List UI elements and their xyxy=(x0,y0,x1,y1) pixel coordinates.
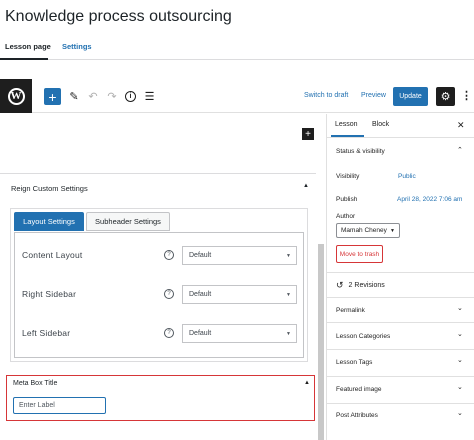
help-icon[interactable]: ? xyxy=(164,250,174,260)
panel-featured-image[interactable]: Featured image xyxy=(336,386,382,393)
divider xyxy=(327,403,474,404)
setting-label: Left Sidebar xyxy=(22,328,71,338)
active-tab-indicator xyxy=(0,58,48,60)
more-options-icon[interactable]: ⋮ xyxy=(461,89,472,102)
block-inserter-icon[interactable]: + xyxy=(302,128,314,140)
publish-label: Publish xyxy=(336,196,358,203)
setting-row-left-sidebar: Left Sidebar ? Default ▼ xyxy=(22,324,302,344)
divider xyxy=(327,297,474,298)
panel-lesson-tags[interactable]: Lesson Tags xyxy=(336,359,372,366)
details-info-icon[interactable]: i xyxy=(124,88,137,105)
chevron-down-icon[interactable]: ⌄ xyxy=(457,356,463,364)
sidebar-tabs: Lesson Block ✕ xyxy=(327,114,474,138)
author-select[interactable]: Mamah Cheney ▼ xyxy=(336,223,400,238)
switch-to-draft-button[interactable]: Switch to draft xyxy=(304,92,348,99)
sidebar-tab-lesson[interactable]: Lesson xyxy=(335,121,358,128)
editor-toolbar: W + ✎ ↶ ↷ i ☰ Switch to draft Preview Up… xyxy=(0,79,474,113)
chevron-down-icon[interactable]: ⌄ xyxy=(457,409,463,417)
close-icon[interactable]: ✕ xyxy=(457,120,465,131)
left-sidebar-select[interactable]: Default ▼ xyxy=(182,324,297,343)
content-layout-select[interactable]: Default ▼ xyxy=(182,246,297,265)
setting-label: Right Sidebar xyxy=(22,289,77,299)
move-to-trash-button[interactable]: Move to trash xyxy=(336,245,383,263)
settings-gear-icon[interactable]: ⚙ xyxy=(436,87,455,106)
undo-icon[interactable]: ↶ xyxy=(87,88,99,105)
meta-box-title: Meta Box Title xyxy=(13,380,58,387)
update-button[interactable]: Update xyxy=(393,87,428,106)
list-view-icon[interactable]: ☰ xyxy=(143,88,156,105)
chevron-down-icon[interactable]: ⌄ xyxy=(457,383,463,391)
chevron-down-icon: ▼ xyxy=(286,292,291,298)
redo-icon[interactable]: ↷ xyxy=(106,88,118,105)
page-tabs: Lesson page Settings xyxy=(0,36,474,60)
divider xyxy=(327,322,474,323)
reign-settings-box: Layout Settings Subheader Settings Conte… xyxy=(10,208,308,362)
meta-box-collapse-icon[interactable]: ▲ xyxy=(304,380,310,386)
history-icon: ↺ xyxy=(336,280,344,290)
help-icon[interactable]: ? xyxy=(164,328,174,338)
help-icon[interactable]: ? xyxy=(164,289,174,299)
right-sidebar-select[interactable]: Default ▼ xyxy=(182,285,297,304)
editor-canvas: + Reign Custom Settings ▲ Layout Setting… xyxy=(0,114,326,440)
setting-row-content-layout: Content Layout ? Default ▼ xyxy=(22,246,302,266)
visibility-value[interactable]: Public xyxy=(398,173,416,180)
tab-lesson-page[interactable]: Lesson page xyxy=(5,42,51,51)
label-input[interactable]: Enter Label xyxy=(13,397,106,414)
tab-settings[interactable]: Settings xyxy=(62,42,92,51)
panel-post-attributes[interactable]: Post Attributes xyxy=(336,412,378,419)
wordpress-logo[interactable]: W xyxy=(0,79,32,113)
wordpress-icon: W xyxy=(7,87,25,105)
setting-label: Content Layout xyxy=(22,250,83,260)
metabox-area: Reign Custom Settings ▲ Layout Settings … xyxy=(0,173,316,362)
page-title: Knowledge process outsourcing xyxy=(5,8,232,25)
chevron-down-icon[interactable]: ⌄ xyxy=(457,330,463,338)
divider xyxy=(327,272,474,273)
tab-subheader-settings[interactable]: Subheader Settings xyxy=(86,212,170,231)
setting-row-right-sidebar: Right Sidebar ? Default ▼ xyxy=(22,285,302,305)
editor-scrollbar[interactable] xyxy=(318,244,324,440)
chevron-down-icon: ▼ xyxy=(390,228,395,234)
visibility-label: Visibility xyxy=(336,173,360,180)
status-visibility-title[interactable]: Status & visibility xyxy=(336,148,385,155)
tab-layout-settings[interactable]: Layout Settings xyxy=(14,212,84,231)
add-block-button[interactable]: + xyxy=(44,88,61,105)
meta-box: Meta Box Title ▲ Enter Label xyxy=(6,375,315,421)
publish-date[interactable]: April 28, 2022 7:06 am xyxy=(397,196,462,203)
edit-tools-icon[interactable]: ✎ xyxy=(68,88,80,105)
revisions-link[interactable]: ↺ 2 Revisions xyxy=(336,280,385,291)
chevron-down-icon[interactable]: ⌄ xyxy=(457,304,463,312)
sidebar-tab-block[interactable]: Block xyxy=(372,121,389,128)
divider xyxy=(327,349,474,350)
active-tab-indicator xyxy=(331,135,364,137)
chevron-down-icon: ▼ xyxy=(286,253,291,259)
preview-button[interactable]: Preview xyxy=(361,92,386,99)
chevron-down-icon: ▼ xyxy=(286,331,291,337)
divider xyxy=(327,376,474,377)
settings-sidebar: Lesson Block ✕ Status & visibility ⌃ Vis… xyxy=(326,114,474,440)
reign-collapse-icon[interactable]: ▲ xyxy=(303,183,309,189)
chevron-up-icon[interactable]: ⌃ xyxy=(457,146,463,154)
reign-settings-title: Reign Custom Settings xyxy=(11,184,88,193)
panel-permalink[interactable]: Permalink xyxy=(336,307,365,314)
panel-lesson-categories[interactable]: Lesson Categories xyxy=(336,333,390,340)
layout-settings-panel: Content Layout ? Default ▼ Right Sidebar… xyxy=(14,232,304,358)
author-label: Author xyxy=(336,213,356,220)
